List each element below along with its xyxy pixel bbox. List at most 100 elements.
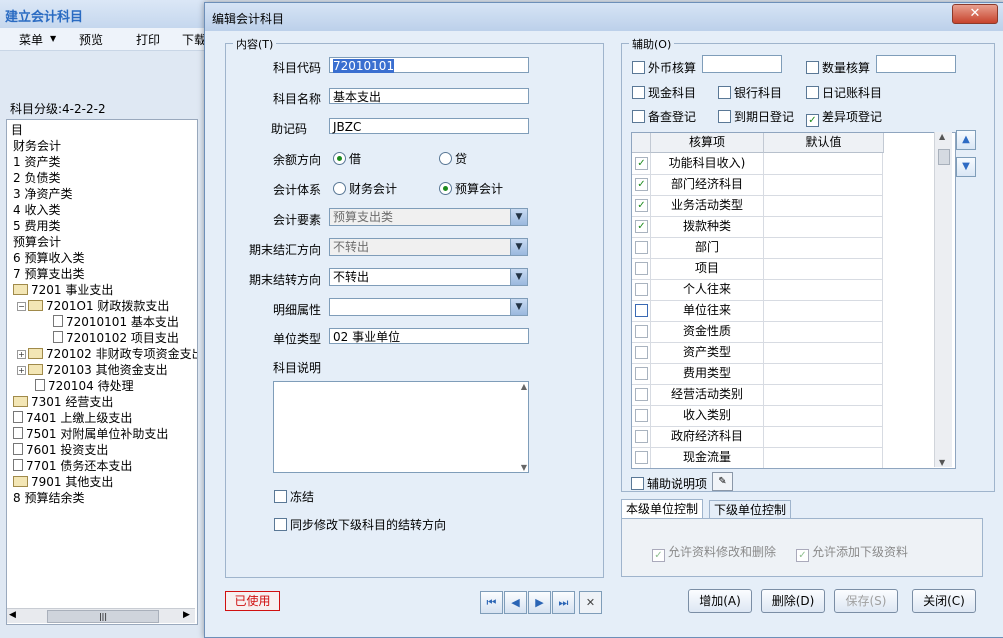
grid-row[interactable]: 收入类别 bbox=[632, 405, 883, 427]
mnemonic-input[interactable]: JBZC bbox=[329, 118, 529, 134]
unit-type-input[interactable]: 02 事业单位 bbox=[329, 328, 529, 344]
grid-row[interactable]: 单位往来 bbox=[632, 300, 883, 322]
row-default-value[interactable] bbox=[764, 300, 883, 321]
credit-radio[interactable]: 贷 bbox=[439, 150, 467, 167]
scroll-thumb[interactable] bbox=[938, 149, 950, 165]
tree-item[interactable]: 5 费用类 bbox=[13, 218, 60, 234]
name-input[interactable]: 基本支出 bbox=[329, 88, 529, 104]
financial-accounting-radio[interactable]: 财务会计 bbox=[333, 180, 397, 197]
sync-transfer-checkbox[interactable]: 同步修改下级科目的结转方向 bbox=[274, 516, 446, 533]
tree-item[interactable]: 8 预算结余类 bbox=[13, 490, 84, 506]
row-default-value[interactable] bbox=[764, 279, 883, 300]
row-default-value[interactable] bbox=[764, 153, 883, 174]
row-checkbox[interactable] bbox=[635, 283, 648, 296]
preview-button[interactable]: 预览 bbox=[79, 31, 103, 48]
debit-radio[interactable]: 借 bbox=[333, 150, 361, 167]
first-record-button[interactable]: ⏮ bbox=[480, 591, 503, 614]
tree-item-720102[interactable]: +720102 非财政专项资金支出 bbox=[17, 346, 197, 362]
expand-icon[interactable]: + bbox=[17, 350, 26, 359]
previous-record-button[interactable]: ◀ bbox=[504, 591, 527, 614]
tree-item-7501[interactable]: 7501 对附属单位补助支出 bbox=[13, 426, 168, 442]
row-default-value[interactable] bbox=[764, 426, 883, 447]
cash-account-checkbox[interactable]: 现金科目 bbox=[632, 84, 696, 101]
grid-row[interactable]: ✓ 业务活动类型 bbox=[632, 195, 883, 217]
scroll-up-icon[interactable]: ▲ bbox=[939, 132, 945, 141]
print-button[interactable]: 打印 bbox=[136, 31, 160, 48]
scroll-thumb[interactable]: ||| bbox=[47, 610, 159, 623]
tab-sub-unit-control[interactable]: 下级单位控制 bbox=[709, 500, 792, 519]
row-checkbox[interactable] bbox=[635, 388, 648, 401]
row-checkbox[interactable]: ✓ bbox=[635, 199, 648, 212]
row-checkbox[interactable] bbox=[635, 325, 648, 338]
code-input[interactable]: 72010101 bbox=[329, 57, 529, 73]
row-checkbox[interactable] bbox=[635, 409, 648, 422]
chevron-down-icon[interactable]: ▼ bbox=[510, 269, 527, 285]
row-checkbox[interactable] bbox=[635, 367, 648, 380]
row-default-value[interactable] bbox=[764, 258, 883, 279]
add-button[interactable]: 增加(A) bbox=[688, 589, 752, 613]
quantity-input[interactable] bbox=[876, 55, 956, 73]
tree-item-7201[interactable]: 7201 事业支出 bbox=[13, 282, 113, 298]
foreign-currency-checkbox[interactable]: 外币核算 bbox=[632, 59, 696, 76]
expand-icon[interactable]: + bbox=[17, 366, 26, 375]
scroll-down-icon[interactable]: ▼ bbox=[521, 463, 527, 472]
tree-item-720101[interactable]: −7201O1 财政拨款支出 bbox=[17, 298, 169, 314]
row-checkbox[interactable] bbox=[635, 430, 648, 443]
tree-item[interactable]: 目 bbox=[11, 122, 23, 138]
row-default-value[interactable] bbox=[764, 321, 883, 342]
next-record-button[interactable]: ▶ bbox=[528, 591, 551, 614]
quantity-checkbox[interactable]: 数量核算 bbox=[806, 59, 870, 76]
chevron-down-icon[interactable]: ▼ bbox=[510, 239, 527, 255]
summary-direction-select[interactable]: 不转出 ▼ bbox=[329, 238, 528, 256]
tree-item[interactable]: 7 预算支出类 bbox=[13, 266, 84, 282]
close-window-button[interactable]: ✕ bbox=[952, 4, 998, 24]
grid-row[interactable]: 个人往来 bbox=[632, 279, 883, 301]
row-default-value[interactable] bbox=[764, 342, 883, 363]
tree-item-72010101[interactable]: 72010101 基本支出 bbox=[53, 314, 179, 330]
auxiliary-items-grid[interactable]: 核算项 默认值 ✓ 功能科目收入) ✓ 部门经济科目 ✓ 业务活动类型 ✓ 拨款种类 部门 项目个… bbox=[631, 132, 956, 469]
row-checkbox[interactable]: ✓ bbox=[635, 220, 648, 233]
detail-attribute-select[interactable]: ▼ bbox=[329, 298, 528, 316]
allow-edit-delete-checkbox[interactable]: ✓ 允许资料修改和删除 bbox=[652, 543, 776, 562]
row-checkbox[interactable]: ✓ bbox=[635, 178, 648, 191]
grid-row[interactable]: 资金性质 bbox=[632, 321, 883, 343]
bank-account-checkbox[interactable]: 银行科目 bbox=[718, 84, 782, 101]
last-record-button[interactable]: ⏭ bbox=[552, 591, 575, 614]
tree-item[interactable]: 预算会计 bbox=[13, 234, 61, 250]
difference-register-checkbox[interactable]: ✓ 差异项登记 bbox=[806, 108, 882, 127]
row-checkbox[interactable] bbox=[635, 241, 648, 254]
grid-row[interactable]: ✓ 拨款种类 bbox=[632, 216, 883, 238]
row-checkbox[interactable]: ✓ bbox=[635, 157, 648, 170]
tree-item-720104[interactable]: 720104 待处理 bbox=[35, 378, 134, 394]
move-down-icon[interactable]: ▼ bbox=[956, 157, 976, 177]
tree-item[interactable]: 4 收入类 bbox=[13, 202, 60, 218]
journal-account-checkbox[interactable]: 日记账科目 bbox=[806, 84, 882, 101]
grid-row[interactable]: 政府经济科目 bbox=[632, 426, 883, 448]
row-default-value[interactable] bbox=[764, 447, 883, 468]
allow-add-sub-checkbox[interactable]: ✓ 允许添加下级资料 bbox=[796, 543, 908, 562]
budget-accounting-radio[interactable]: 预算会计 bbox=[439, 180, 503, 197]
row-checkbox[interactable] bbox=[635, 451, 648, 464]
tree-item[interactable]: 2 负债类 bbox=[13, 170, 60, 186]
tree-item[interactable]: 财务会计 bbox=[13, 138, 61, 154]
menu-dropdown-icon[interactable]: ▼ bbox=[50, 34, 56, 43]
grid-vertical-scrollbar[interactable]: ▲ ▼ bbox=[934, 132, 952, 467]
chevron-down-icon[interactable]: ▼ bbox=[510, 299, 527, 315]
download-button[interactable]: 下载 bbox=[182, 31, 206, 48]
tree-item-720103[interactable]: +720103 其他资金支出 bbox=[17, 362, 168, 378]
description-textarea[interactable]: ▲ ▼ bbox=[273, 381, 529, 473]
tree-item-72010102[interactable]: 72010102 项目支出 bbox=[53, 330, 179, 346]
element-select[interactable]: 预算支出类 ▼ bbox=[329, 208, 528, 226]
tree-item-7401[interactable]: 7401 上缴上级支出 bbox=[13, 410, 132, 426]
row-default-value[interactable] bbox=[764, 195, 883, 216]
grid-row[interactable]: 项目 bbox=[632, 258, 883, 280]
account-tree[interactable]: 目 财务会计 1 资产类 2 负债类 3 净资产类 4 收入类 5 费用类 预算… bbox=[6, 119, 198, 625]
grid-row[interactable]: 现金流量 bbox=[632, 447, 883, 468]
foreign-currency-input[interactable] bbox=[702, 55, 782, 73]
delete-button[interactable]: 删除(D) bbox=[761, 589, 825, 613]
row-default-value[interactable] bbox=[764, 216, 883, 237]
row-default-value[interactable] bbox=[764, 363, 883, 384]
tree-item[interactable]: 1 资产类 bbox=[13, 154, 60, 170]
row-default-value[interactable] bbox=[764, 174, 883, 195]
tree-item-7701[interactable]: 7701 债务还本支出 bbox=[13, 458, 132, 474]
